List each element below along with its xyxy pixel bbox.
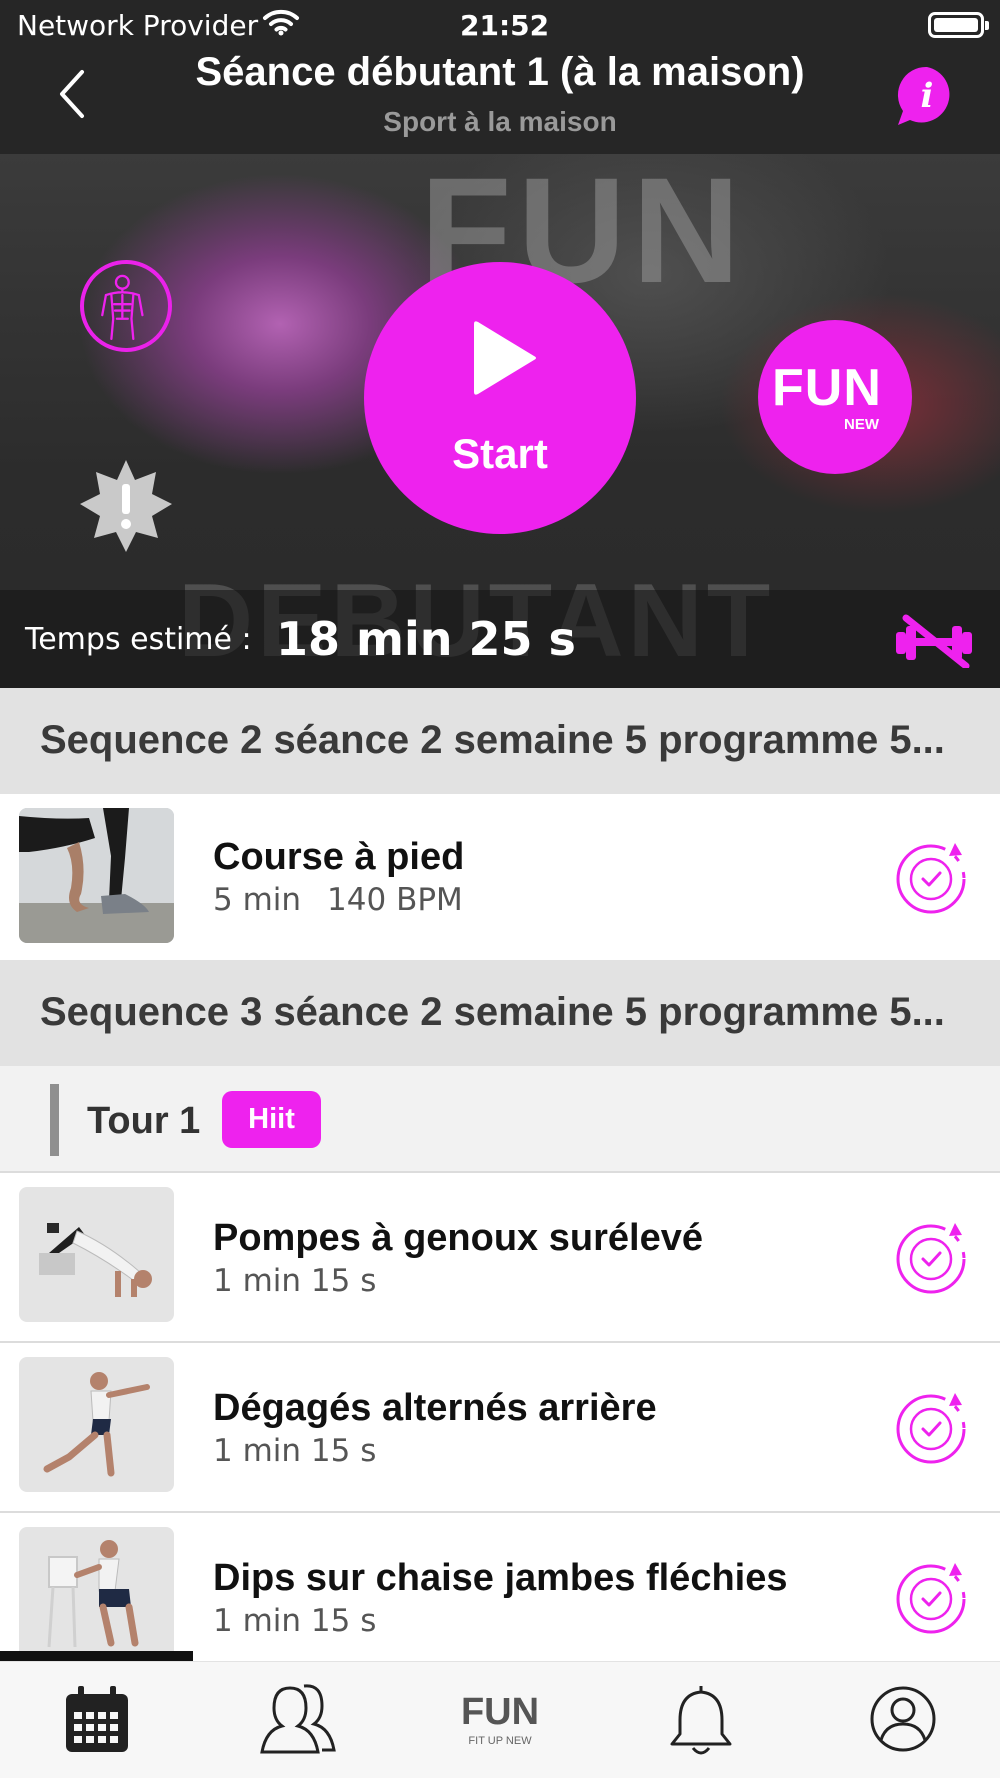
fun-logo-icon[interactable]: FUN FIT UP NEW: [454, 1676, 546, 1762]
hero-banner: FUN DEBUTANT Start FUN NEW Temps estimé …: [0, 154, 1000, 688]
exercise-illustration: [47, 1540, 139, 1648]
sequence-header: Sequence 2 séance 2 semaine 5 programme …: [0, 688, 1000, 794]
fun-logo-text: FUN: [772, 359, 882, 417]
body-muscles-icon: [101, 274, 144, 341]
fun-logo-subtext: NEW: [844, 416, 879, 433]
exercise-name: Dips sur chaise jambes fléchies: [213, 1557, 788, 1599]
exercise-bpm: 140 BPM: [327, 882, 463, 918]
round-header: Tour 1 Hiit: [0, 1066, 1000, 1172]
clock-label: 21:52: [460, 9, 550, 42]
exercise-meta: 5 min 140 BPM: [213, 882, 463, 918]
top-bar: Network Provider 21:52 Séance débutant 1…: [0, 0, 1000, 154]
battery-icon: [928, 12, 989, 38]
start-button[interactable]: Start: [364, 262, 636, 534]
exercise-thumbnail: [19, 808, 174, 943]
exercise-name: Course à pied: [213, 836, 465, 878]
bell-icon[interactable]: [658, 1676, 744, 1762]
round-indicator-bar: [50, 1084, 59, 1156]
exercise-duration: 5 min: [213, 882, 302, 918]
muscle-map-button[interactable]: [80, 260, 172, 352]
exercise-row[interactable]: Dips sur chaise jambes fléchies 1 min 15…: [0, 1513, 1000, 1662]
exercise-duration: 1 min 15 s: [213, 1603, 377, 1639]
start-label: Start: [452, 430, 548, 477]
fun-logo-button[interactable]: FUN NEW: [758, 320, 912, 474]
mark-done-icon[interactable]: [895, 839, 971, 915]
info-icon-glyph: i: [921, 76, 934, 116]
exercise-thumbnail: [19, 1187, 174, 1322]
mark-done-icon[interactable]: [895, 1559, 971, 1635]
estimated-time-value: 18 min 25 s: [276, 612, 576, 666]
estimated-time-bar: Temps estimé : 18 min 25 s: [0, 590, 1000, 688]
page-title: Séance débutant 1 (à la maison): [195, 50, 805, 94]
exercise-name: Dégagés alternés arrière: [213, 1387, 657, 1429]
play-icon: [474, 321, 536, 395]
back-button[interactable]: [52, 66, 96, 122]
exercise-row[interactable]: Dégagés alternés arrière 1 min 15 s: [0, 1343, 1000, 1511]
no-equipment-icon[interactable]: [894, 614, 974, 668]
exercise-duration: 1 min 15 s: [213, 1433, 377, 1469]
exercise-thumbnail: [19, 1527, 174, 1662]
status-bar: Network Provider 21:52: [0, 0, 1000, 48]
mark-done-icon[interactable]: [895, 1389, 971, 1465]
round-type-badge: Hiit: [222, 1091, 321, 1148]
running-legs-image: [19, 808, 174, 943]
exercise-thumbnail: [19, 1357, 174, 1492]
exercise-illustration: [43, 1372, 150, 1477]
sequence-title: Sequence 3 séance 2 semaine 5 programme …: [40, 990, 945, 1034]
carrier-label: Network Provider: [17, 9, 259, 42]
sequence-header: Sequence 3 séance 2 semaine 5 programme …: [0, 960, 1000, 1066]
exercise-illustration: [39, 1223, 152, 1297]
warning-badge-icon[interactable]: [78, 458, 174, 554]
sequence-title: Sequence 2 séance 2 semaine 5 programme …: [40, 718, 945, 762]
exercise-row[interactable]: Pompes à genoux surélevé 1 min 15 s: [0, 1173, 1000, 1341]
tab-bar: FUN FIT UP NEW: [0, 1661, 1000, 1778]
mark-done-icon[interactable]: [895, 1219, 971, 1295]
estimated-time-label: Temps estimé :: [25, 622, 252, 657]
fun-logo-tab-text: FUN: [461, 1691, 539, 1733]
round-label: Tour 1: [87, 1100, 201, 1142]
group-icon[interactable]: [256, 1676, 342, 1762]
exercise-row[interactable]: Course à pied 5 min 140 BPM: [0, 794, 1000, 960]
profile-icon[interactable]: [860, 1676, 946, 1762]
page-subtitle: Sport à la maison: [383, 106, 617, 137]
fun-logo-tab-subtext: FIT UP NEW: [468, 1735, 532, 1747]
wifi-icon: [263, 9, 299, 36]
calendar-icon[interactable]: [54, 1676, 140, 1762]
exercise-duration: 1 min 15 s: [213, 1263, 377, 1299]
exercise-name: Pompes à genoux surélevé: [213, 1217, 703, 1259]
scroll-indicator: [0, 1651, 193, 1661]
info-button[interactable]: i: [896, 64, 958, 126]
